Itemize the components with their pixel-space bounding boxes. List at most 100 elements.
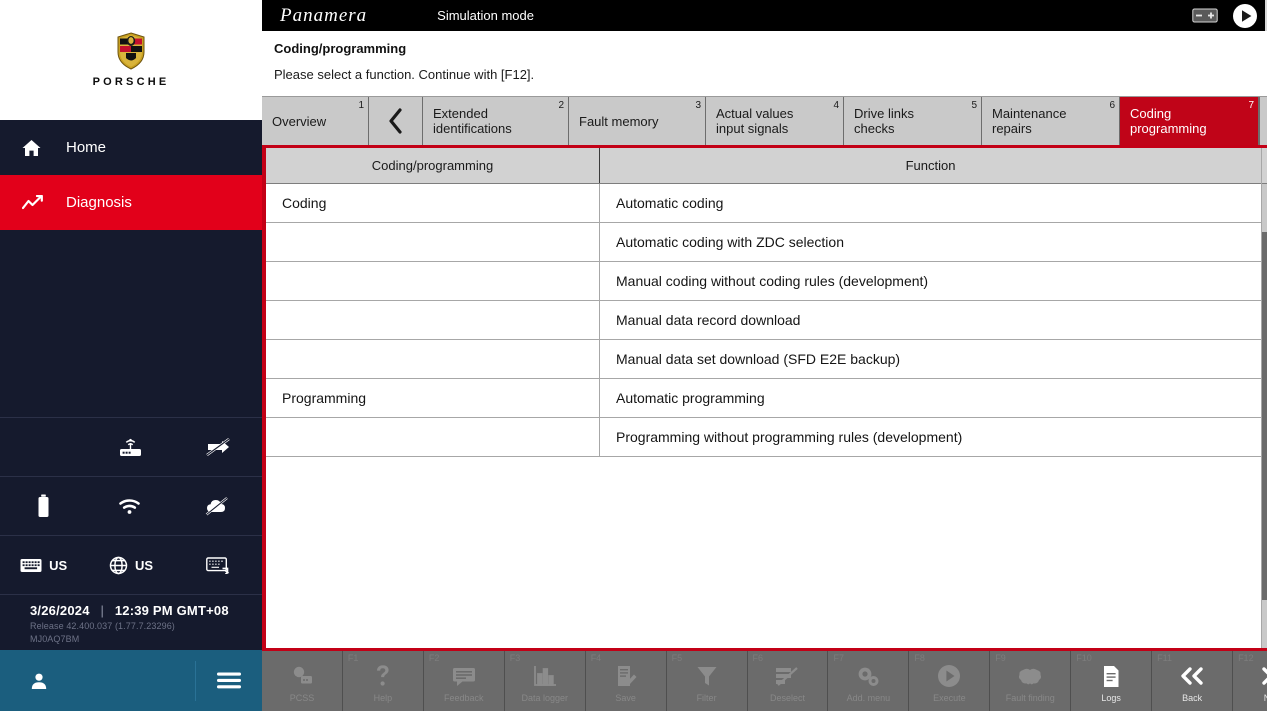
- tab-overview[interactable]: Overview 1: [262, 97, 369, 145]
- device-id: MJ0AQ7BM: [30, 634, 80, 644]
- fkey-deselect[interactable]: F6 Deselect: [748, 651, 829, 711]
- network-disconnected-icon[interactable]: [175, 436, 262, 458]
- tab-actual-values[interactable]: Actual values input signals 4: [706, 97, 844, 145]
- brand-header: PORSCHE: [0, 0, 262, 120]
- fkey-data-logger[interactable]: F3 Data logger: [505, 651, 586, 711]
- application-window: PORSCHE Home Diagnosis US US 3/26/2024 |…: [0, 0, 1267, 711]
- vehicle-model-logo: Panamera: [280, 4, 368, 26]
- table-row[interactable]: Manual data set download (SFD E2E backup…: [266, 340, 1261, 379]
- fkey-deselect-number: F6: [752, 653, 764, 663]
- tab-maintenance-repairs[interactable]: Maintenance repairs 6: [982, 97, 1120, 145]
- fkey-logs[interactable]: F10 Logs: [1071, 651, 1153, 711]
- bar-chart-icon: [533, 663, 557, 689]
- speech-bubble-icon: [452, 663, 476, 689]
- main-panel: Panamera Simulation mode Coding/programm…: [262, 0, 1267, 711]
- fkey-filter[interactable]: F5 Filter: [667, 651, 748, 711]
- play-circle-icon: [937, 663, 961, 689]
- fkey-next[interactable]: F12 Next: [1233, 651, 1267, 711]
- simulation-mode-label: Simulation mode: [437, 8, 534, 23]
- fkey-help[interactable]: F1 Help: [343, 651, 424, 711]
- status-icon-grid: US US: [0, 417, 262, 595]
- sidebar-item-diagnosis-label: Diagnosis: [66, 194, 132, 211]
- fkey-pcss-label: PCSS: [289, 693, 315, 703]
- system-time: 12:39 PM GMT+08: [114, 603, 229, 618]
- keyboard-switch-icon[interactable]: [175, 556, 262, 574]
- table-cell-function: Automatic programming: [616, 390, 765, 406]
- function-key-bar: PCSS F1 Help F2 Feedback F3 Data logger …: [262, 648, 1267, 711]
- table-row[interactable]: Coding Automatic coding: [266, 184, 1261, 223]
- table-cell-function: Automatic coding: [616, 195, 724, 211]
- sidebar-item-home[interactable]: Home: [0, 120, 262, 175]
- hamburger-menu-button[interactable]: [196, 672, 262, 689]
- tab-actual-values-label: Actual values input signals: [716, 106, 794, 136]
- system-date: 3/26/2024: [30, 603, 90, 618]
- home-icon: [22, 139, 52, 157]
- status-row-1: [0, 418, 262, 477]
- table-row[interactable]: Automatic coding with ZDC selection: [266, 223, 1261, 262]
- fkey-feedback[interactable]: F2 Feedback: [424, 651, 505, 711]
- scroll-up-button[interactable]: [1262, 184, 1267, 232]
- play-button[interactable]: [1225, 0, 1265, 31]
- tab-drive-links-checks-label: Drive links checks: [854, 106, 914, 136]
- user-bar: [0, 650, 262, 711]
- hamburger-menu-icon: [217, 672, 241, 689]
- battery-status-icon: [1192, 8, 1218, 23]
- tab-maintenance-repairs-label: Maintenance repairs: [992, 106, 1067, 136]
- router-icon[interactable]: [87, 436, 174, 458]
- tabs-scroll-left-button[interactable]: [369, 97, 423, 145]
- fkey-save[interactable]: F4 Save: [586, 651, 667, 711]
- table-row[interactable]: Manual data record download: [266, 301, 1261, 340]
- save-note-icon: [615, 663, 637, 689]
- status-row-3: US US: [0, 536, 262, 595]
- table-header-row: Coding/programming Function: [266, 148, 1261, 184]
- page-instruction: Please select a function. Continue with …: [274, 67, 535, 82]
- tab-drive-links-checks[interactable]: Drive links checks 5: [844, 97, 982, 145]
- status-row-2: [0, 477, 262, 536]
- keyboard-layout-indicator[interactable]: US: [0, 558, 87, 573]
- tab-coding-programming[interactable]: Coding programming 7: [1120, 97, 1259, 145]
- fkey-add-menu[interactable]: F7 Add. menu: [828, 651, 910, 711]
- top-bar: Panamera Simulation mode: [262, 0, 1267, 31]
- locale-indicator[interactable]: US: [87, 556, 174, 575]
- fkey-pcss[interactable]: PCSS: [262, 651, 343, 711]
- table-cell-group: [266, 223, 600, 261]
- page-header: Coding/programming Please select a funct…: [262, 31, 1267, 82]
- tab-overview-number: 1: [358, 100, 364, 111]
- tab-maintenance-repairs-number: 6: [1109, 100, 1115, 111]
- table-row[interactable]: Manual coding without coding rules (deve…: [266, 262, 1261, 301]
- fkey-data-logger-label: Data logger: [521, 693, 568, 703]
- user-account-button[interactable]: [0, 660, 196, 701]
- tabs-scroll-right-button[interactable]: [1259, 97, 1267, 145]
- table-row[interactable]: Programming without programming rules (d…: [266, 418, 1261, 457]
- cloud-disconnected-icon[interactable]: [175, 495, 262, 517]
- fkey-filter-label: Filter: [696, 693, 717, 703]
- funnel-icon: [696, 663, 718, 689]
- battery-status-button[interactable]: [1185, 0, 1225, 31]
- fkey-filter-number: F5: [671, 653, 683, 663]
- battery-icon[interactable]: [0, 494, 87, 518]
- tab-extended-identifications[interactable]: Extended identifications 2: [423, 97, 569, 145]
- fkey-fault-finding[interactable]: F9 Fault finding: [990, 651, 1072, 711]
- document-icon: [1102, 663, 1120, 689]
- release-version: Release 42.400.037 (1.77.7.23296): [30, 621, 175, 631]
- system-meta: 3/26/2024 | 12:39 PM GMT+08 Release 42.4…: [0, 595, 262, 650]
- scroll-rail-track[interactable]: [1262, 232, 1267, 600]
- scroll-down-button[interactable]: [1262, 600, 1267, 648]
- sidebar-item-diagnosis[interactable]: Diagnosis: [0, 175, 262, 230]
- fkey-save-number: F4: [590, 653, 602, 663]
- fkey-execute-label: Execute: [933, 693, 966, 703]
- fkey-feedback-number: F2: [428, 653, 440, 663]
- fkey-save-label: Save: [615, 693, 636, 703]
- wifi-icon[interactable]: [87, 496, 174, 516]
- table-row[interactable]: Programming Automatic programming: [266, 379, 1261, 418]
- tab-fault-memory-number: 3: [695, 100, 701, 111]
- fkey-back[interactable]: F11 Back: [1152, 651, 1234, 711]
- tab-fault-memory[interactable]: Fault memory 3: [569, 97, 706, 145]
- fkey-data-logger-number: F3: [509, 653, 521, 663]
- fkey-back-label: Back: [1182, 693, 1203, 703]
- user-icon: [30, 672, 48, 690]
- meta-separator: |: [100, 603, 105, 618]
- fkey-execute[interactable]: F8 Execute: [909, 651, 991, 711]
- top-bar-actions: [1185, 0, 1267, 31]
- sidebar-item-home-label: Home: [66, 139, 107, 156]
